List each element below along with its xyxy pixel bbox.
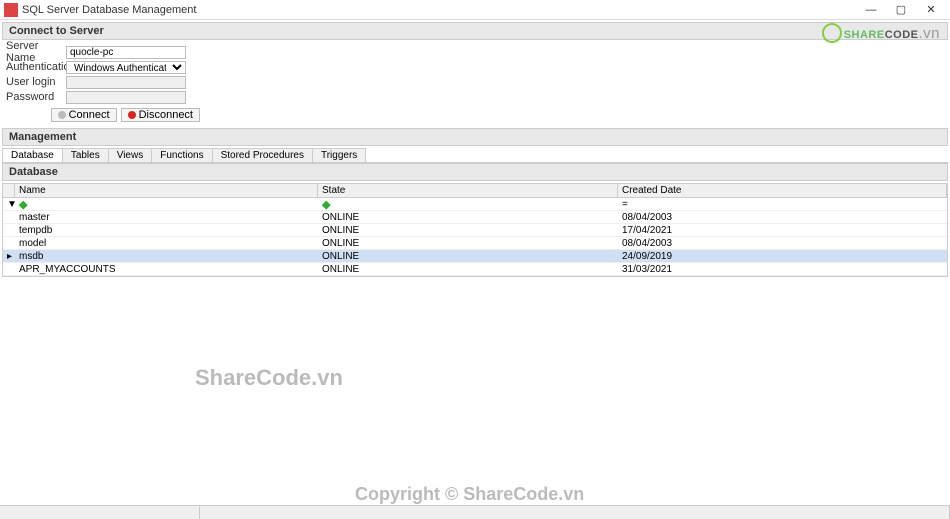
database-grid: Name State Created Date ▼ ◆ ◆ = masterON… <box>2 183 948 277</box>
cell-created: 08/04/2003 <box>618 238 947 249</box>
grid-header-indicator <box>3 184 15 197</box>
watermark-bottom: Copyright © ShareCode.vn <box>355 484 584 505</box>
tab-functions[interactable]: Functions <box>151 148 212 162</box>
cell-state: ONLINE <box>318 212 618 223</box>
grid-header-created[interactable]: Created Date <box>618 184 947 197</box>
row-indicator: ▸ <box>3 251 15 262</box>
connect-form: Server Name Authentication Windows Authe… <box>0 42 950 126</box>
cell-state: ONLINE <box>318 264 618 275</box>
close-button[interactable]: ✕ <box>916 1 946 19</box>
cell-name: msdb <box>15 251 318 262</box>
grid-filter-row[interactable]: ▼ ◆ ◆ = <box>3 198 947 211</box>
management-tabs: Database Tables Views Functions Stored P… <box>2 148 948 163</box>
table-row[interactable]: APR_MYACCOUNTSONLINE31/03/2021 <box>3 263 947 276</box>
tab-triggers[interactable]: Triggers <box>312 148 366 162</box>
cell-created: 17/04/2021 <box>618 225 947 236</box>
connect-header: Connect to Server <box>2 22 948 40</box>
cell-created: 24/09/2019 <box>618 251 947 262</box>
grid-header-name[interactable]: Name <box>15 184 318 197</box>
cell-name: master <box>15 212 318 223</box>
user-login-input[interactable] <box>66 76 186 89</box>
grid-header-row: Name State Created Date <box>3 184 947 198</box>
tab-stored-procedures[interactable]: Stored Procedures <box>212 148 313 162</box>
tab-database[interactable]: Database <box>2 148 63 162</box>
cell-state: ONLINE <box>318 225 618 236</box>
server-name-input[interactable] <box>66 46 186 59</box>
filter-state-icon[interactable]: ◆ <box>322 199 330 211</box>
database-header: Database <box>2 163 948 181</box>
maximize-button[interactable]: ▢ <box>886 1 916 19</box>
status-bar <box>0 505 950 519</box>
cell-created: 31/03/2021 <box>618 264 947 275</box>
watermark-mid: ShareCode.vn <box>195 365 343 391</box>
table-row[interactable]: ▸msdbONLINE24/09/2019 <box>3 250 947 263</box>
table-row[interactable]: modelONLINE08/04/2003 <box>3 237 947 250</box>
disconnect-button-label: Disconnect <box>139 109 193 121</box>
connect-button-label: Connect <box>69 109 110 121</box>
connect-status-icon <box>58 111 66 119</box>
disconnect-status-icon <box>128 111 136 119</box>
tab-tables[interactable]: Tables <box>62 148 109 162</box>
disconnect-button[interactable]: Disconnect <box>121 108 200 122</box>
user-login-label: User login <box>6 76 66 88</box>
management-header: Management <box>2 128 948 146</box>
cell-name: model <box>15 238 318 249</box>
grid-header-state[interactable]: State <box>318 184 618 197</box>
cell-state: ONLINE <box>318 251 618 262</box>
status-seg-2 <box>200 506 950 519</box>
password-input[interactable] <box>66 91 186 104</box>
status-seg-1 <box>0 506 200 519</box>
cell-name: tempdb <box>15 225 318 236</box>
cell-name: APR_MYACCOUNTS <box>15 264 318 275</box>
window-title: SQL Server Database Management <box>22 4 856 16</box>
filter-name-icon[interactable]: ◆ <box>19 199 27 211</box>
filter-created-cell[interactable]: = <box>618 199 947 210</box>
password-label: Password <box>6 91 66 103</box>
filter-icon: ▼ <box>3 199 15 210</box>
connect-button[interactable]: Connect <box>51 108 117 122</box>
cell-state: ONLINE <box>318 238 618 249</box>
title-bar: SQL Server Database Management — ▢ ✕ <box>0 0 950 20</box>
table-row[interactable]: tempdbONLINE17/04/2021 <box>3 224 947 237</box>
tab-views[interactable]: Views <box>108 148 153 162</box>
auth-label: Authentication <box>6 61 66 73</box>
table-row[interactable]: masterONLINE08/04/2003 <box>3 211 947 224</box>
cell-created: 08/04/2003 <box>618 212 947 223</box>
minimize-button[interactable]: — <box>856 1 886 19</box>
auth-select[interactable]: Windows Authentication <box>66 61 186 74</box>
app-icon <box>4 3 18 17</box>
